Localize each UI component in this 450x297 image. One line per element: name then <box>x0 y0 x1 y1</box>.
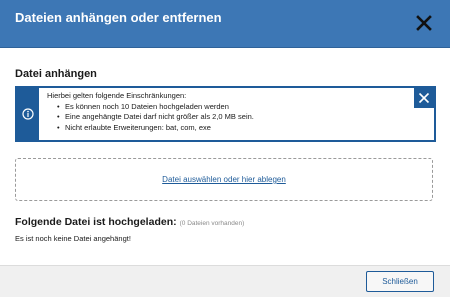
restrictions-list: Es können noch 10 Dateien hochgeladen we… <box>47 102 407 134</box>
attach-section-title: Datei anhängen <box>15 68 97 80</box>
info-icon <box>22 108 34 120</box>
uploaded-title-text: Folgende Datei ist hochgeladen: <box>15 216 177 228</box>
close-icon <box>418 92 430 104</box>
info-close-button[interactable] <box>414 88 434 108</box>
restrictions-info-box: Hierbei gelten folgende Einschränkungen:… <box>15 86 436 142</box>
restriction-item: Nicht erlaubte Erweiterungen: bat, com, … <box>57 123 407 134</box>
dialog-body: Datei anhängen Hierbei gelten folgende E… <box>0 48 450 265</box>
dialog-title: Dateien anhängen oder entfernen <box>15 10 222 25</box>
restrictions-intro: Hierbei gelten folgende Einschränkungen: <box>47 91 187 100</box>
uploaded-files-title: Folgende Datei ist hochgeladen: (0 Dateie… <box>15 216 244 228</box>
dialog-footer: Schließen <box>0 265 450 297</box>
choose-file-link[interactable]: Datei auswählen oder hier ablegen <box>162 175 286 184</box>
uploaded-count: (0 Dateien vorhanden) <box>179 220 245 227</box>
dialog-header: Dateien anhängen oder entfernen <box>0 0 450 48</box>
close-button[interactable]: Schließen <box>366 271 434 292</box>
empty-files-message: Es ist noch keine Datei angehängt! <box>15 234 131 243</box>
info-strip <box>17 88 39 140</box>
restriction-item: Eine angehängte Datei darf nicht größer … <box>57 112 407 123</box>
restrictions-text: Hierbei gelten folgende Einschränkungen:… <box>47 91 407 133</box>
restriction-item: Es können noch 10 Dateien hochgeladen we… <box>57 102 407 113</box>
file-dropzone[interactable]: Datei auswählen oder hier ablegen <box>15 158 433 201</box>
close-icon[interactable] <box>414 13 434 33</box>
